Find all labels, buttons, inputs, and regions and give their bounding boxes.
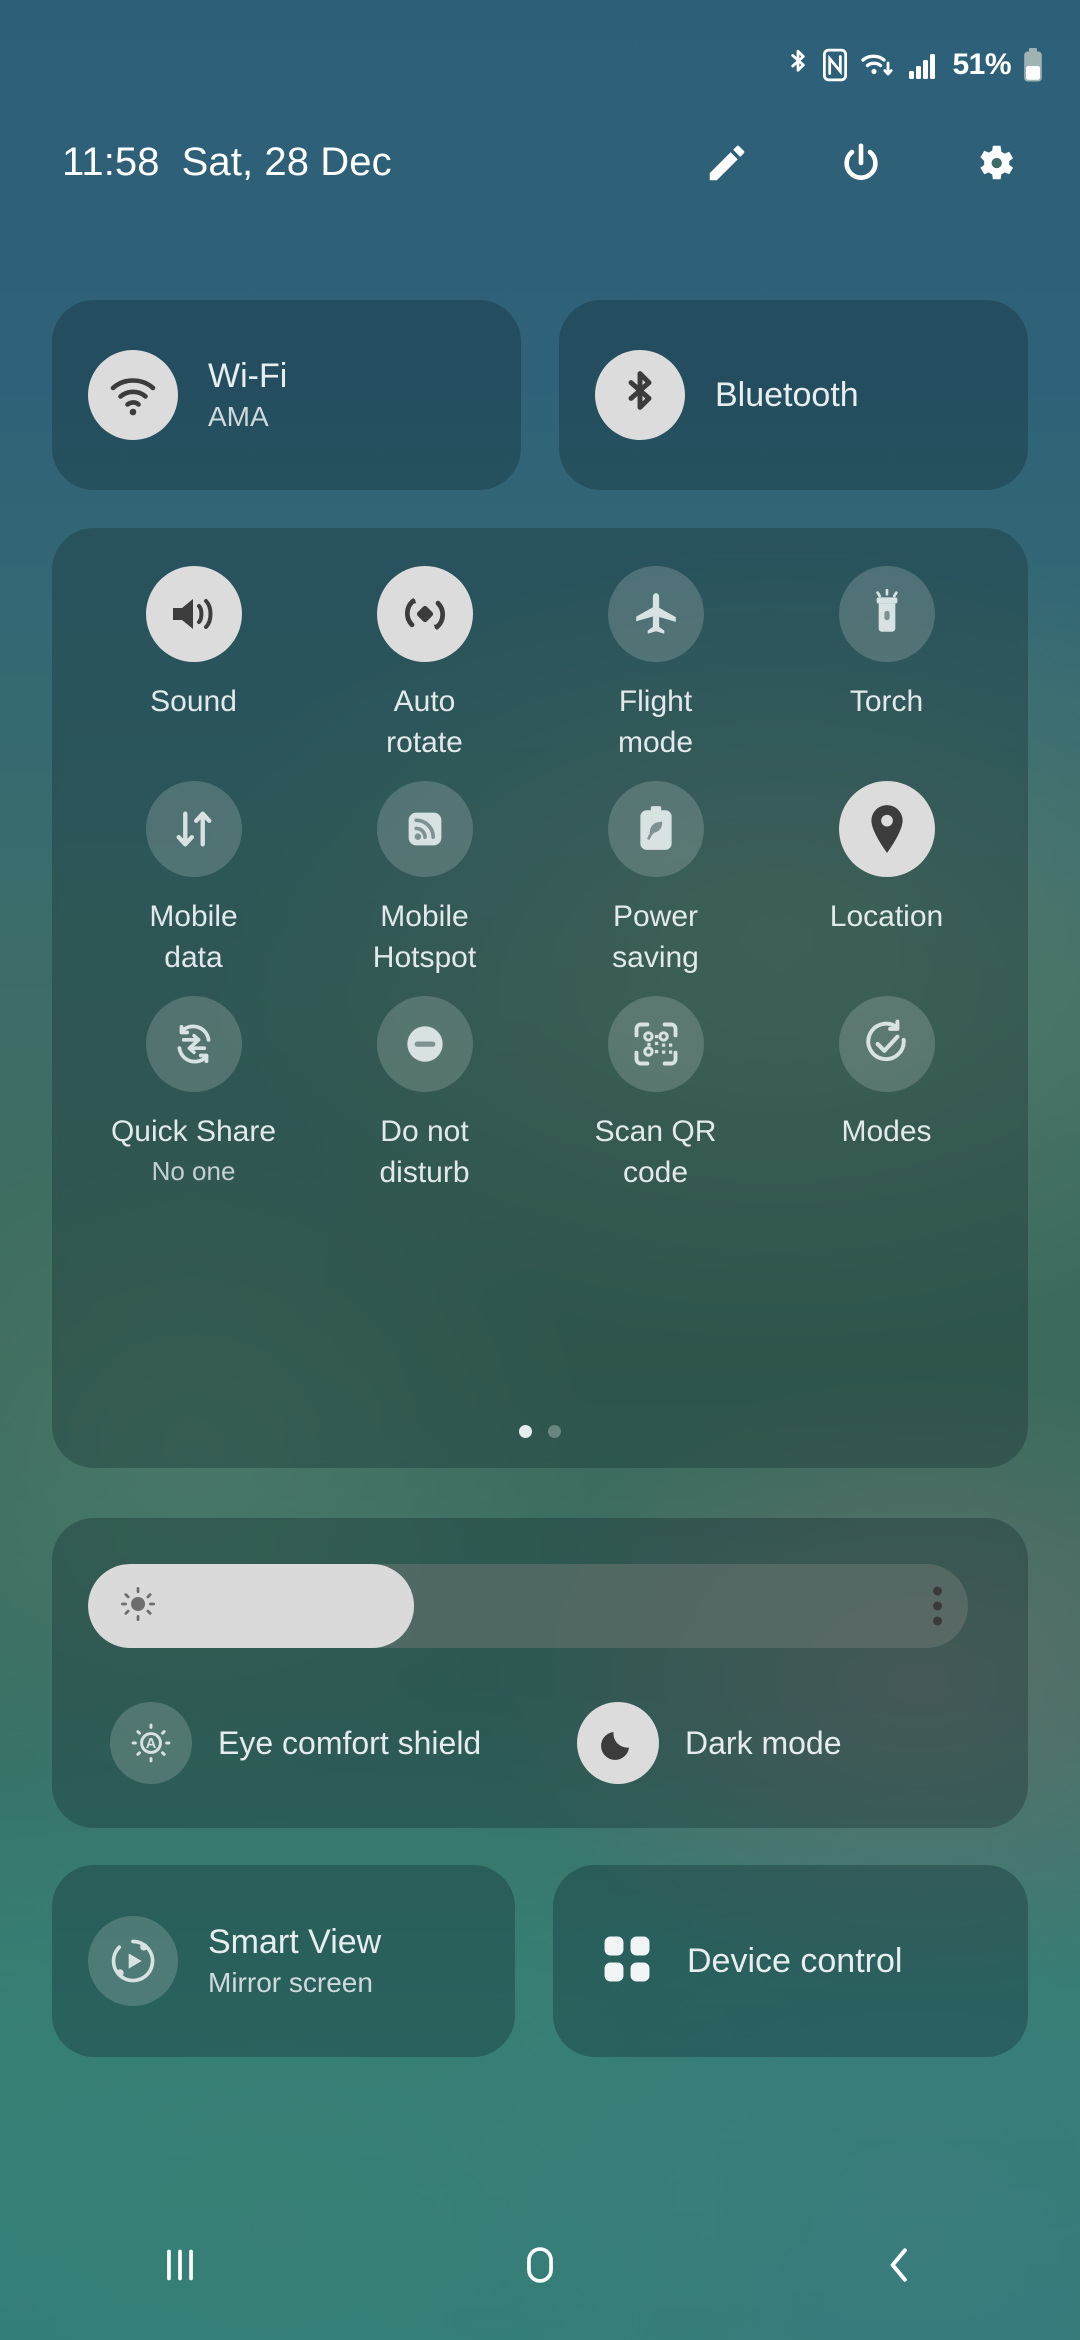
toggle-do-not-disturb-label: Do not disturb bbox=[379, 1115, 470, 1189]
bluetooth-icon bbox=[595, 350, 685, 440]
toggle-auto-rotate-label: Auto rotate bbox=[386, 685, 463, 759]
tile-bluetooth[interactable]: Bluetooth bbox=[559, 300, 1028, 490]
brightness-card: A Eye comfort shield Dark mode bbox=[52, 1518, 1028, 1828]
wifi-icon bbox=[859, 48, 897, 82]
toggle-do-not-disturb[interactable]: Do not disturb bbox=[309, 996, 540, 1193]
toggle-quick-share-label: Quick Share bbox=[110, 1115, 277, 1148]
power-saving-icon bbox=[607, 781, 704, 877]
quick-toggles-card: Sound Auto rotate Flight mode Torch Mobi… bbox=[52, 528, 1028, 1468]
brightness-slider[interactable] bbox=[88, 1564, 968, 1648]
clock-time: 11:58 bbox=[62, 140, 160, 184]
toggle-mobile-data[interactable]: Mobile data bbox=[78, 781, 309, 978]
battery-percent-label: 51% bbox=[952, 48, 1011, 81]
clock-date: 11:58 Sat, 28 Dec bbox=[62, 140, 392, 185]
tile-device-control[interactable]: Device control bbox=[553, 1865, 1028, 2057]
toggle-power-saving-label: Power saving bbox=[612, 900, 699, 974]
toggle-power-saving[interactable]: Power saving bbox=[540, 781, 771, 978]
qr-scan-icon bbox=[607, 996, 704, 1092]
page-dot-2[interactable] bbox=[548, 1425, 561, 1438]
bottom-tiles: Smart View Mirror screen Device control bbox=[52, 1865, 1028, 2057]
tile-smart-view[interactable]: Smart View Mirror screen bbox=[52, 1865, 515, 2057]
toggle-modes[interactable]: Modes bbox=[771, 996, 1002, 1193]
toggle-location-label: Location bbox=[829, 900, 944, 933]
edit-button[interactable] bbox=[704, 140, 750, 186]
power-button[interactable] bbox=[838, 140, 884, 186]
clock-date-label: Sat, 28 Dec bbox=[181, 140, 392, 184]
toggle-torch[interactable]: Torch bbox=[771, 566, 1002, 763]
bluetooth-icon bbox=[785, 48, 811, 82]
toggle-quick-share[interactable]: Quick Share No one bbox=[78, 996, 309, 1193]
volume-icon bbox=[145, 566, 242, 662]
brightness-slider-fill bbox=[88, 1564, 414, 1648]
do-not-disturb-icon bbox=[376, 996, 473, 1092]
eye-comfort-shield-label: Eye comfort shield bbox=[218, 1724, 482, 1761]
smart-view-icon bbox=[88, 1916, 178, 2006]
toggle-mobile-data-label: Mobile data bbox=[149, 900, 238, 974]
toggle-scan-qr-code-label: Scan QR code bbox=[594, 1115, 717, 1189]
toggle-mobile-hotspot[interactable]: Mobile Hotspot bbox=[309, 781, 540, 978]
tile-wifi[interactable]: Wi-Fi AMA bbox=[52, 300, 521, 490]
battery-icon bbox=[1022, 47, 1044, 83]
eye-comfort-icon: A bbox=[110, 1702, 192, 1784]
back-button[interactable] bbox=[840, 2225, 960, 2305]
tile-wifi-sublabel: AMA bbox=[208, 401, 269, 433]
hotspot-icon bbox=[376, 781, 473, 877]
home-button[interactable] bbox=[480, 2225, 600, 2305]
recents-button[interactable] bbox=[120, 2225, 240, 2305]
tile-wifi-label: Wi-Fi bbox=[208, 357, 288, 396]
toggle-flight-mode[interactable]: Flight mode bbox=[540, 566, 771, 763]
tile-device-control-label: Device control bbox=[687, 1941, 903, 1980]
page-dot-1[interactable] bbox=[519, 1425, 532, 1438]
moon-icon bbox=[577, 1702, 659, 1784]
toggle-auto-rotate[interactable]: Auto rotate bbox=[309, 566, 540, 763]
brightness-sun-icon bbox=[118, 1584, 158, 1629]
settings-button[interactable] bbox=[972, 140, 1018, 186]
toggle-sound[interactable]: Sound bbox=[78, 566, 309, 763]
mobile-data-icon bbox=[145, 781, 242, 877]
page-indicator bbox=[52, 1425, 1028, 1438]
device-control-icon bbox=[601, 1933, 653, 1990]
nfc-icon bbox=[822, 48, 848, 82]
tile-smart-view-sublabel: Mirror screen bbox=[208, 1967, 373, 1999]
toggle-mobile-hotspot-label: Mobile Hotspot bbox=[372, 900, 477, 974]
navigation-bar bbox=[0, 2190, 1080, 2340]
more-options-icon[interactable] bbox=[933, 1586, 942, 1626]
header-actions bbox=[704, 140, 1018, 186]
toggle-flight-mode-label: Flight mode bbox=[617, 685, 694, 759]
display-modes-row: A Eye comfort shield Dark mode bbox=[52, 1688, 1028, 1798]
quick-share-icon bbox=[145, 996, 242, 1092]
flashlight-icon bbox=[838, 566, 935, 662]
toggle-location[interactable]: Location bbox=[771, 781, 1002, 978]
toggle-scan-qr-code[interactable]: Scan QR code bbox=[540, 996, 771, 1193]
signal-icon bbox=[908, 48, 938, 82]
modes-check-icon bbox=[838, 996, 935, 1092]
toggle-modes-label: Modes bbox=[841, 1115, 932, 1148]
toggle-quick-share-sublabel: No one bbox=[151, 1155, 236, 1186]
tile-smart-view-label: Smart View bbox=[208, 1923, 382, 1962]
airplane-icon bbox=[607, 566, 704, 662]
connectivity-tiles: Wi-Fi AMA Bluetooth bbox=[52, 300, 1028, 490]
auto-rotate-icon bbox=[376, 566, 473, 662]
quick-toggles-grid: Sound Auto rotate Flight mode Torch Mobi… bbox=[78, 566, 1002, 1193]
toggle-torch-label: Torch bbox=[849, 685, 924, 718]
dark-mode-label: Dark mode bbox=[685, 1724, 842, 1761]
toggle-sound-label: Sound bbox=[150, 685, 237, 718]
toggle-eye-comfort-shield[interactable]: A Eye comfort shield bbox=[52, 1688, 561, 1798]
wifi-icon bbox=[88, 350, 178, 440]
status-bar: 51% bbox=[0, 0, 1080, 130]
location-pin-icon bbox=[838, 781, 935, 877]
tile-bluetooth-label: Bluetooth bbox=[715, 375, 859, 414]
panel-header: 11:58 Sat, 28 Dec bbox=[0, 125, 1080, 200]
toggle-dark-mode[interactable]: Dark mode bbox=[561, 1688, 1028, 1798]
svg-text:A: A bbox=[146, 1736, 157, 1752]
